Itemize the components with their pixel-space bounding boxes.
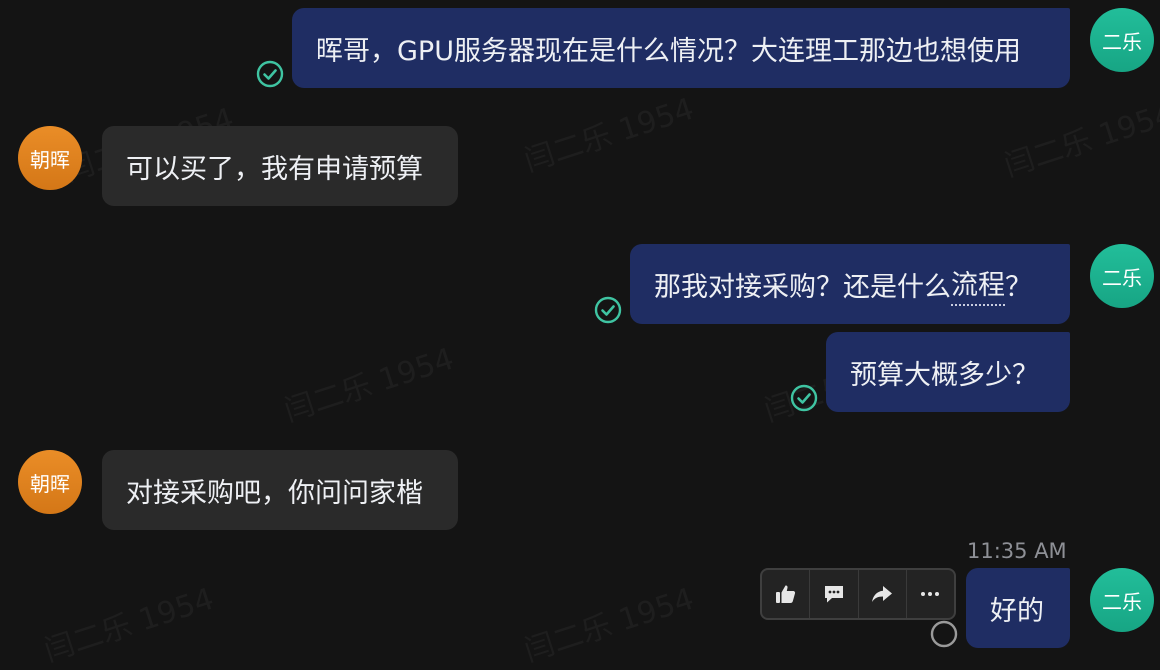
message-bubble[interactable]: 预算大概多少？ [826,332,1070,412]
watermark: 闫二乐 1954 [278,334,459,430]
message-bubble[interactable]: 对接采购吧，你问问家楷 [102,450,458,530]
read-check-icon [256,60,284,88]
watermark: 闫二乐 1954 [518,84,699,180]
message-bubble[interactable]: 那我对接采购？还是什么 流程？ [630,244,1070,324]
thumbs-up-icon [775,585,795,603]
message-bubble[interactable]: 好的 [966,568,1070,648]
message-text: 可以买了，我有申请预算 [126,153,423,185]
message-text: 晖哥，GPU服务器现在是什么情况？大连理工那边也想使用 [316,35,1021,67]
comment-button[interactable] [810,570,859,618]
avatar-initials: 朝晖 [30,147,70,172]
message-text: 那我对接采购？还是什么 [654,271,951,303]
forward-icon [872,586,893,602]
avatar[interactable]: 二乐 [1090,8,1154,72]
comment-icon [824,586,843,603]
more-button[interactable] [907,570,954,618]
like-button[interactable] [762,570,811,618]
message-hover-toolbar [760,568,956,620]
avatar[interactable]: 朝晖 [18,450,82,514]
watermark: 闫二乐 1954 [998,89,1160,185]
more-icon [921,592,940,596]
forward-button[interactable] [859,570,907,618]
read-check-icon [790,384,818,412]
avatar-initials: 二乐 [1102,265,1142,290]
avatar-initials: 二乐 [1102,29,1142,54]
message-timestamp: 11:35 AM [967,539,1067,563]
message-bubble[interactable]: 晖哥，GPU服务器现在是什么情况？大连理工那边也想使用 [292,8,1070,88]
message-text: ？ [1005,271,1032,303]
watermark: 闫二乐 1954 [38,574,219,670]
watermark: 闫二乐 1954 [518,574,699,670]
spellcheck-word[interactable]: 流程 [951,263,1005,306]
avatar-initials: 二乐 [1102,589,1142,614]
message-text: 好的 [990,595,1044,627]
message-text: 对接采购吧，你问问家楷 [126,477,423,509]
read-check-icon [594,296,622,324]
message-bubble[interactable]: 可以买了，我有申请预算 [102,126,458,206]
sending-status-icon [930,620,958,648]
avatar-initials: 朝晖 [30,471,70,496]
avatar[interactable]: 二乐 [1090,568,1154,632]
avatar[interactable]: 朝晖 [18,126,82,190]
avatar[interactable]: 二乐 [1090,244,1154,308]
message-text: 预算大概多少？ [850,359,1039,391]
